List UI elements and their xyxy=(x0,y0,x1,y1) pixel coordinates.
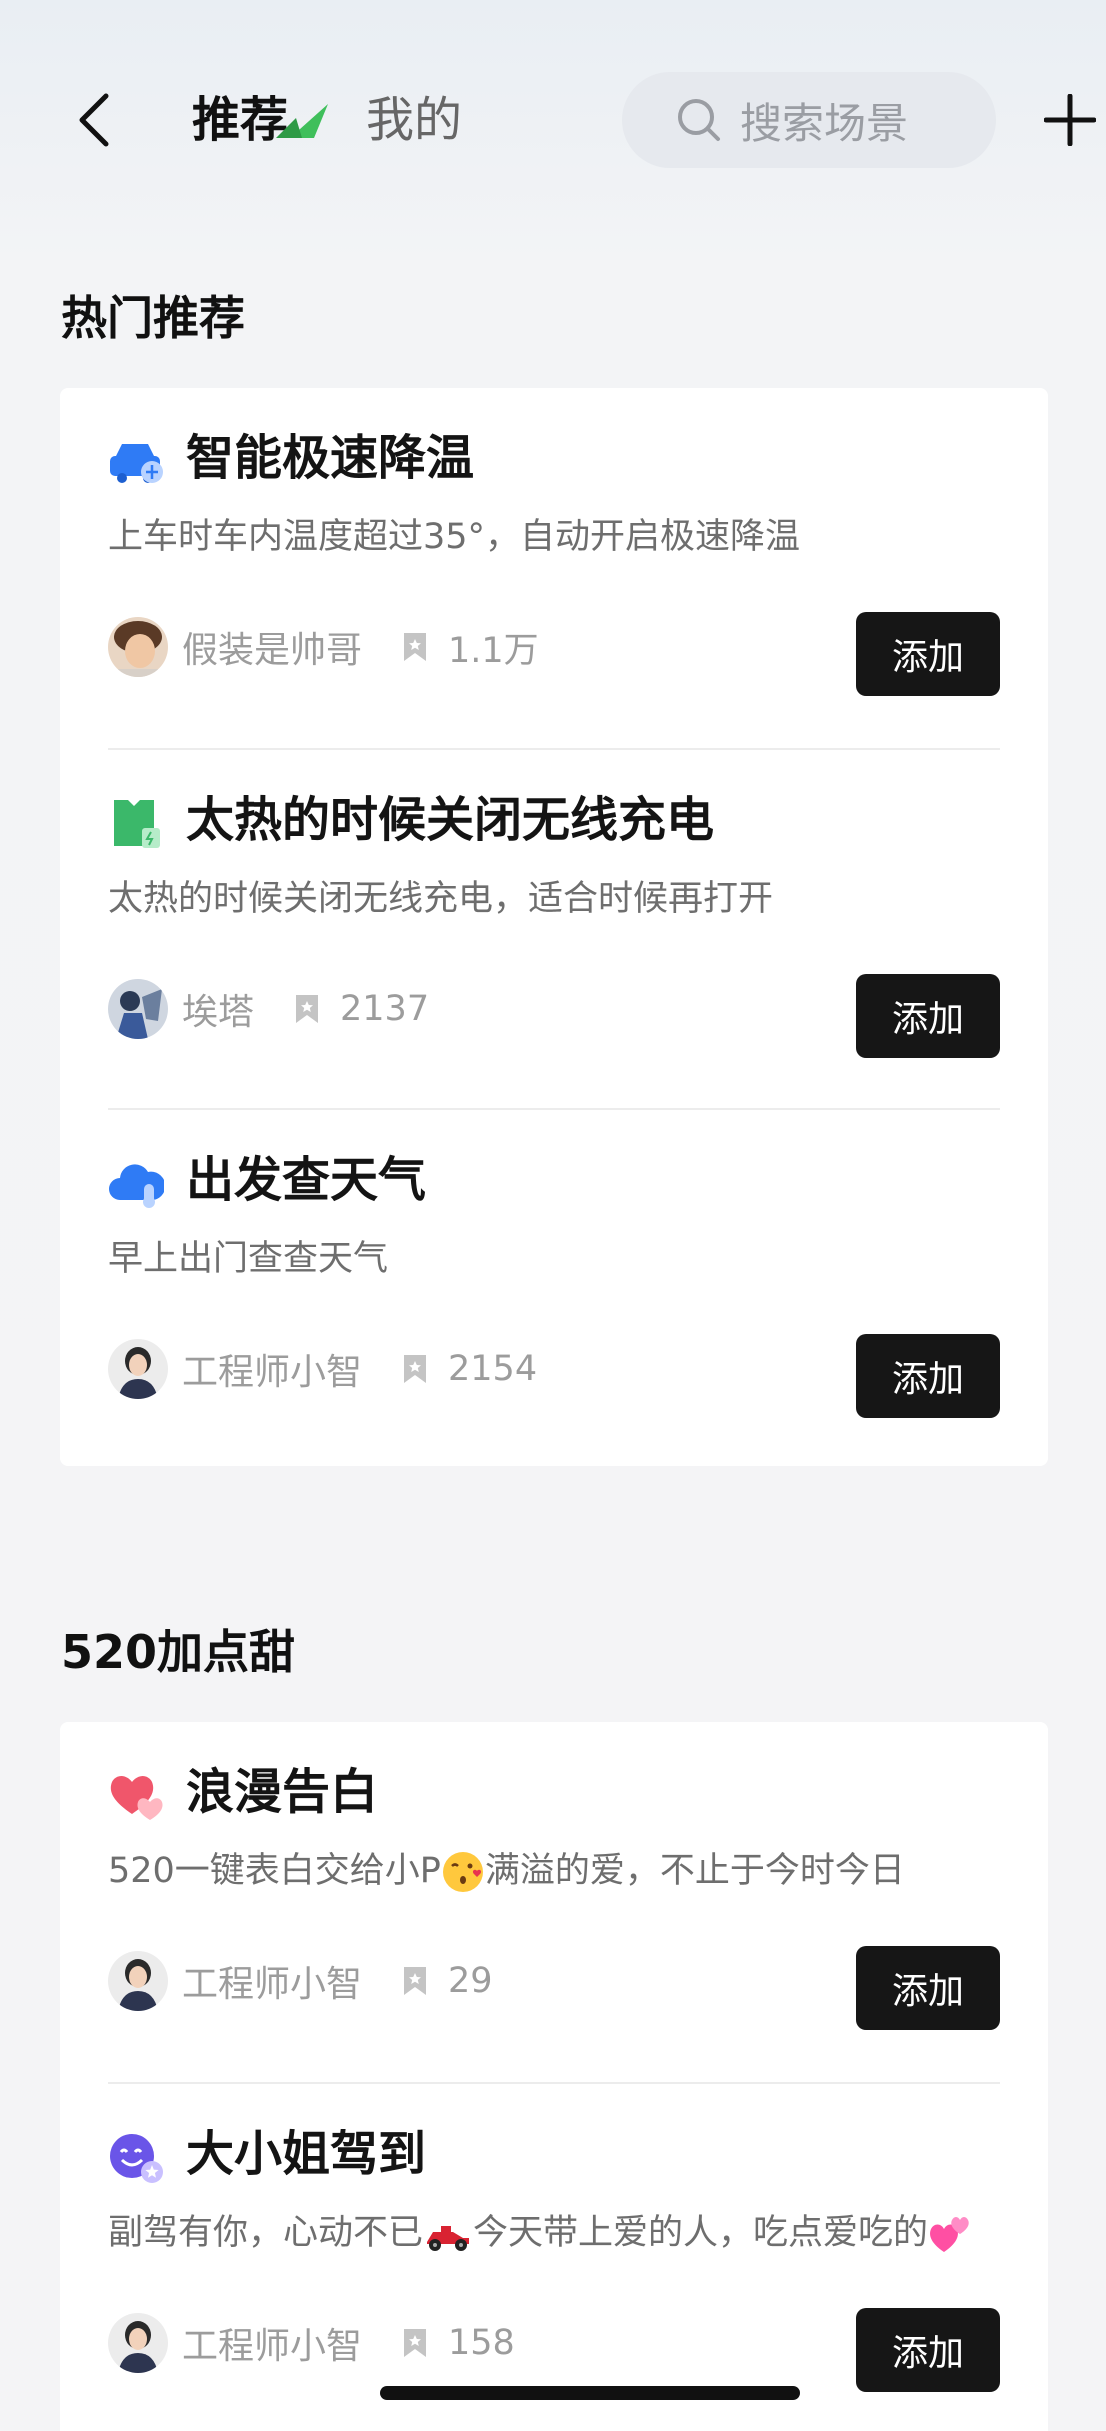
add-button[interactable]: 添加 xyxy=(856,2308,1000,2392)
item-title: 浪漫告白 xyxy=(186,1764,379,1820)
item-meta: 工程师小智 29 xyxy=(108,1950,493,2012)
back-button[interactable] xyxy=(64,88,124,152)
section-title-520: 520加点甜 xyxy=(61,1625,296,1679)
scene-list-page: 推荐 我的 搜索场景 热门推荐 智能极速降温 上车时车内温度超过35°，自动开启… xyxy=(0,0,1106,2431)
item-description: 早上出门查查天气 xyxy=(108,1239,389,1279)
bookmark-icon xyxy=(404,2329,427,2357)
bookmark-icon xyxy=(404,633,427,661)
section-card-hot: 智能极速降温 上车时车内温度超过35°，自动开启极速降温 假装是帅哥 1.1万 … xyxy=(60,388,1048,1466)
add-button[interactable]: 添加 xyxy=(856,974,1000,1058)
section-title-hot: 热门推荐 xyxy=(61,291,245,345)
item-description-part: 今天带上爱的人，吃点爱吃的 xyxy=(473,2213,929,2253)
item-description-part: 满溢的爱，不止于今时今日 xyxy=(484,1851,905,1891)
add-button[interactable]: 添加 xyxy=(856,612,1000,696)
list-item[interactable]: 大小姐驾到 副驾有你，心动不已 今天带上爱的人，吃点爱吃的 工程师小智 158 … xyxy=(108,2082,1000,2431)
home-indicator[interactable] xyxy=(380,2386,800,2400)
active-tab-indicator xyxy=(276,104,328,138)
item-meta: 假装是帅哥 1.1万 xyxy=(108,616,539,678)
item-description: 520一键表白交给小P 满溢的爱，不止于今时今日 xyxy=(108,1846,905,1896)
author-name: 工程师小智 xyxy=(182,2326,363,2367)
item-title: 太热的时候关闭无线充电 xyxy=(186,792,715,848)
avatar xyxy=(108,1339,168,1399)
section-card-520: 浪漫告白 520一键表白交给小P 满溢的爱，不止于今时今日 工程师小智 29 添… xyxy=(60,1722,1048,2431)
item-meta: 埃塔 2137 xyxy=(108,978,429,1040)
tab-mine[interactable]: 我的 xyxy=(366,90,462,150)
item-description: 太热的时候关闭无线充电，适合时候再打开 xyxy=(108,879,774,919)
bookmark-icon xyxy=(296,995,319,1023)
item-meta: 工程师小智 158 xyxy=(108,2312,515,2374)
save-count: 2154 xyxy=(448,1349,538,1389)
save-count: 158 xyxy=(448,2323,515,2363)
wireless-charge-icon xyxy=(114,800,160,848)
chevron-left-icon xyxy=(79,93,109,147)
kissing-face-icon xyxy=(442,1852,483,1892)
race-car-icon xyxy=(427,2226,470,2251)
author-name: 工程师小智 xyxy=(182,1964,363,2005)
list-item[interactable]: 浪漫告白 520一键表白交给小P 满溢的爱，不止于今时今日 工程师小智 29 添… xyxy=(108,1722,1000,2082)
item-description: 上车时车内温度超过35°，自动开启极速降温 xyxy=(108,517,801,557)
item-title: 智能极速降温 xyxy=(186,430,475,486)
smiley-star-icon xyxy=(110,2134,163,2183)
hearts-icon xyxy=(110,1776,163,1820)
item-meta: 工程师小智 2154 xyxy=(108,1338,537,1400)
top-bar: 推荐 我的 搜索场景 xyxy=(0,60,1106,180)
item-title: 出发查天气 xyxy=(186,1152,427,1208)
search-placeholder: 搜索场景 xyxy=(740,98,909,148)
item-title: 大小姐驾到 xyxy=(186,2126,427,2182)
item-description-part: 520一键表白交给小P xyxy=(108,1851,441,1891)
list-item[interactable]: 太热的时候关闭无线充电 太热的时候关闭无线充电，适合时候再打开 埃塔 2137 … xyxy=(108,748,1000,1108)
avatar xyxy=(108,979,168,1039)
avatar xyxy=(108,2313,168,2373)
save-count: 2137 xyxy=(340,989,430,1029)
save-count: 29 xyxy=(448,1961,493,2001)
add-button[interactable]: 添加 xyxy=(856,1334,1000,1418)
item-description: 副驾有你，心动不已 今天带上爱的人，吃点爱吃的 xyxy=(108,2208,972,2258)
car-cooling-icon xyxy=(110,444,163,483)
add-button[interactable]: 添加 xyxy=(856,1946,1000,2030)
avatar xyxy=(108,1951,168,2011)
plus-icon xyxy=(1044,94,1096,146)
search-icon xyxy=(678,99,720,141)
item-description-part: 副驾有你，心动不已 xyxy=(108,2213,424,2253)
author-name: 假装是帅哥 xyxy=(182,630,363,671)
avatar xyxy=(108,617,168,677)
add-scene-button[interactable] xyxy=(1040,86,1100,154)
search-input[interactable]: 搜索场景 xyxy=(622,72,996,168)
save-count: 1.1万 xyxy=(448,630,539,671)
weather-cloud-icon xyxy=(109,1164,164,1208)
bookmark-icon xyxy=(404,1967,427,1995)
author-name: 工程师小智 xyxy=(182,1352,363,1393)
list-item[interactable]: 智能极速降温 上车时车内温度超过35°，自动开启极速降温 假装是帅哥 1.1万 … xyxy=(108,388,1000,748)
list-item[interactable]: 出发查天气 早上出门查查天气 工程师小智 2154 添加 xyxy=(108,1108,1000,1468)
tab-recommend[interactable]: 推荐 xyxy=(192,90,288,150)
bookmark-icon xyxy=(404,1355,427,1383)
author-name: 埃塔 xyxy=(182,992,255,1033)
two-hearts-icon xyxy=(930,2217,969,2252)
